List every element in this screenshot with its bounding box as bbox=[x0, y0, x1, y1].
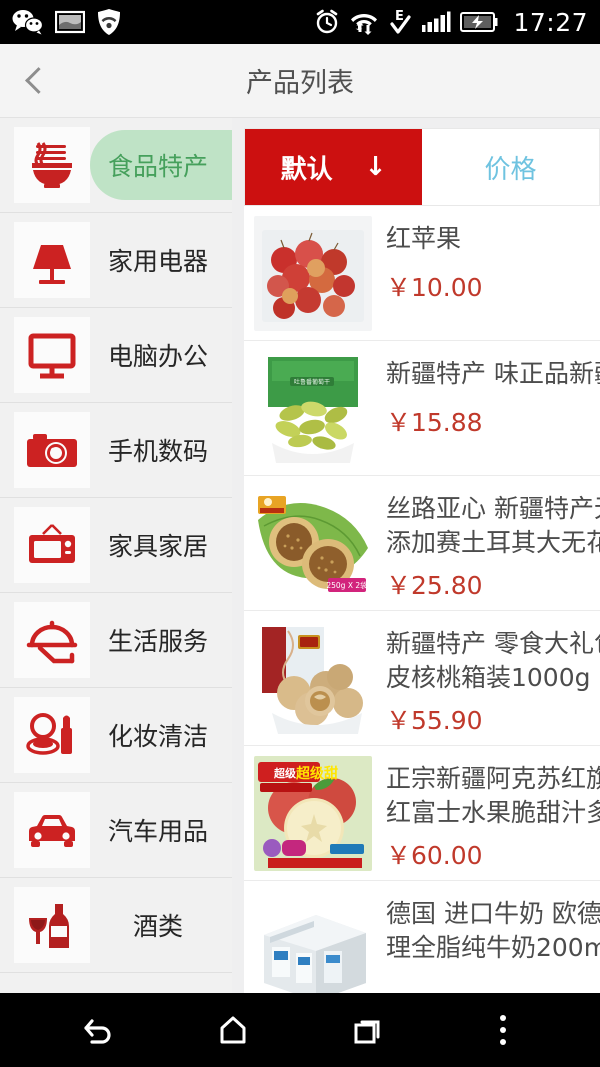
camera-icon bbox=[14, 412, 90, 488]
shield-icon bbox=[98, 9, 120, 35]
product-badge: 超级甜 bbox=[295, 765, 338, 782]
product-row[interactable]: 德国 进口牛奶 欧德堡（O 理全脂纯牛奶200ml bbox=[244, 881, 600, 993]
product-price: ￥10.00 bbox=[386, 272, 483, 302]
sidebar-item-liquor[interactable]: 酒类 bbox=[0, 878, 232, 973]
sidebar-item-auto[interactable]: 汽车用品 bbox=[0, 783, 232, 878]
product-title: 新疆特产 味正品新疆吐鲁 bbox=[386, 359, 600, 388]
product-title: 丝路亚心 新疆特产无花果 添加赛土耳其大无花果 bbox=[386, 494, 600, 557]
monitor-icon bbox=[14, 317, 90, 393]
product-title: 新疆特产 零食大礼包年货 皮核桃箱装1000g bbox=[386, 629, 600, 692]
fuji-apple-photo: 超级 超级甜 bbox=[254, 756, 372, 871]
dried-figs-photo: 250g X 2袋 bbox=[254, 486, 372, 601]
green-raisins-photo: 吐鲁番葡萄干 bbox=[254, 351, 372, 466]
noodle-bowl-icon bbox=[14, 127, 90, 203]
service-tray-icon bbox=[14, 602, 90, 678]
car-icon bbox=[14, 792, 90, 868]
product-info: 红苹果 ￥10.00 bbox=[386, 216, 600, 304]
sidebar-item-cosmetics[interactable]: 化妆清洁 bbox=[0, 688, 232, 783]
product-price: ￥60.00 bbox=[386, 840, 483, 870]
product-row[interactable]: 红苹果 ￥10.00 bbox=[244, 206, 600, 341]
status-bar-right-icons: E 17:27 bbox=[314, 8, 588, 37]
product-row[interactable]: 超级 超级甜 正宗新疆阿克苏红旗坡冰 红富士水果脆甜汁多 ￥60.00 bbox=[244, 746, 600, 881]
status-bar-clock: 17:27 bbox=[513, 7, 588, 37]
overflow-menu-icon bbox=[499, 1015, 506, 1045]
back-arrow-icon bbox=[83, 1019, 111, 1044]
product-row[interactable]: 吐鲁番葡萄干 新疆特产 味正品新 ￥15.88 bbox=[244, 341, 600, 476]
product-badge: 250g X 2袋 bbox=[326, 580, 368, 590]
wechat-icon bbox=[12, 10, 44, 35]
main-body: 食品特产 家用电器 电脑办公 手机数码 家具家居 生活服务 化妆清洁 汽车用品 … bbox=[0, 118, 600, 993]
sidebar-item-label: 生活服务 bbox=[107, 627, 208, 656]
lamp-icon bbox=[14, 222, 90, 298]
product-info: 正宗新疆阿克苏红旗坡冰 红富士水果脆甜汁多 ￥60.00 bbox=[386, 756, 600, 872]
tab-price-sort[interactable]: 价格 bbox=[422, 129, 599, 205]
wine-bottle-icon bbox=[14, 887, 90, 963]
chevron-left-icon bbox=[24, 67, 52, 94]
walnuts-photo bbox=[254, 621, 372, 736]
product-row[interactable]: 250g X 2袋 丝路亚心 新疆特产无花果 添加赛土耳其大无花果 ￥25.80 bbox=[244, 476, 600, 611]
svg-text:吐鲁番葡萄干: 吐鲁番葡萄干 bbox=[294, 378, 330, 386]
product-price: ￥25.80 bbox=[386, 570, 483, 600]
sidebar-item-label: 化妆清洁 bbox=[107, 722, 208, 751]
sidebar-item-label: 酒类 bbox=[132, 912, 183, 941]
home-icon bbox=[220, 1016, 245, 1044]
nav-home-button[interactable] bbox=[193, 993, 273, 1067]
product-info: 德国 进口牛奶 欧德堡（O 理全脂纯牛奶200ml bbox=[386, 891, 600, 971]
status-bar: E 17:27 bbox=[0, 0, 600, 44]
product-title: 正宗新疆阿克苏红旗坡冰 红富士水果脆甜汁多 bbox=[386, 764, 600, 827]
sidebar-item-label: 家具家居 bbox=[107, 532, 208, 561]
product-price: ￥15.88 bbox=[386, 407, 483, 437]
tv-icon bbox=[14, 507, 90, 583]
android-nav-bar bbox=[0, 993, 600, 1067]
svg-text:超级: 超级 bbox=[273, 766, 297, 780]
product-info: 丝路亚心 新疆特产无花果 添加赛土耳其大无花果 ￥25.80 bbox=[386, 486, 600, 602]
red-apples-photo bbox=[254, 216, 372, 331]
sort-bar: 默认 ↓ 价格 bbox=[244, 128, 600, 206]
app-header: 产品列表 bbox=[0, 44, 600, 118]
sidebar-item-furniture[interactable]: 家具家居 bbox=[0, 498, 232, 593]
product-info: 新疆特产 味正品新疆吐鲁 ￥15.88 bbox=[386, 351, 600, 439]
battery-charging-icon bbox=[460, 12, 498, 32]
sidebar-item-appliances[interactable]: 家用电器 bbox=[0, 213, 232, 308]
nav-recents-button[interactable] bbox=[328, 993, 408, 1067]
tab-default-label: 默认 bbox=[280, 154, 333, 185]
sidebar-item-label: 家用电器 bbox=[107, 247, 208, 276]
tab-default-sort[interactable]: 默认 ↓ bbox=[245, 129, 422, 205]
sidebar-item-computers[interactable]: 电脑办公 bbox=[0, 308, 232, 403]
svg-text:E: E bbox=[395, 9, 404, 24]
sidebar-item-mobile[interactable]: 手机数码 bbox=[0, 403, 232, 498]
cosmetics-icon bbox=[14, 697, 90, 773]
nav-overflow-button[interactable] bbox=[463, 993, 543, 1067]
category-sidebar[interactable]: 食品特产 家用电器 电脑办公 手机数码 家具家居 生活服务 化妆清洁 汽车用品 … bbox=[0, 118, 232, 993]
sidebar-item-services[interactable]: 生活服务 bbox=[0, 593, 232, 688]
status-bar-left-icons bbox=[12, 8, 122, 36]
sidebar-item-label: 手机数码 bbox=[107, 437, 208, 466]
sidebar-item-label: 汽车用品 bbox=[107, 817, 208, 846]
app-root: E 17:27 产品列表 食品特产 家用电器 电脑办公 手机数码 家具家居 生活… bbox=[0, 0, 600, 1067]
back-button[interactable] bbox=[0, 44, 70, 118]
sidebar-item-label: 食品特产 bbox=[107, 152, 208, 181]
product-list-panel[interactable]: 默认 ↓ 价格 红苹果 ￥10.00 吐鲁番葡萄干 新疆特产 味正品新 ￥15.… bbox=[232, 118, 600, 993]
sidebar-item-label: 电脑办公 bbox=[107, 342, 208, 371]
page-title: 产品列表 bbox=[246, 68, 354, 99]
product-price: ￥55.90 bbox=[386, 705, 483, 735]
product-info: 新疆特产 零食大礼包年货 皮核桃箱装1000g ￥55.90 bbox=[386, 621, 600, 737]
alarm-icon bbox=[317, 9, 338, 34]
recents-icon bbox=[354, 1020, 379, 1044]
tab-price-label: 价格 bbox=[484, 154, 537, 185]
gallery-icon bbox=[55, 10, 85, 34]
product-title: 德国 进口牛奶 欧德堡（O 理全脂纯牛奶200ml bbox=[386, 899, 600, 962]
edge-network-icon: E bbox=[390, 9, 412, 34]
wifi-icon bbox=[351, 14, 378, 35]
sort-descending-icon: ↓ bbox=[364, 152, 387, 182]
signal-icon bbox=[422, 11, 451, 32]
product-title: 红苹果 bbox=[386, 224, 462, 253]
milk-carton-photo bbox=[254, 891, 372, 993]
nav-back-button[interactable] bbox=[58, 993, 138, 1067]
product-row[interactable]: 新疆特产 零食大礼包年货 皮核桃箱装1000g ￥55.90 bbox=[244, 611, 600, 746]
sidebar-item-food[interactable]: 食品特产 bbox=[0, 118, 232, 213]
